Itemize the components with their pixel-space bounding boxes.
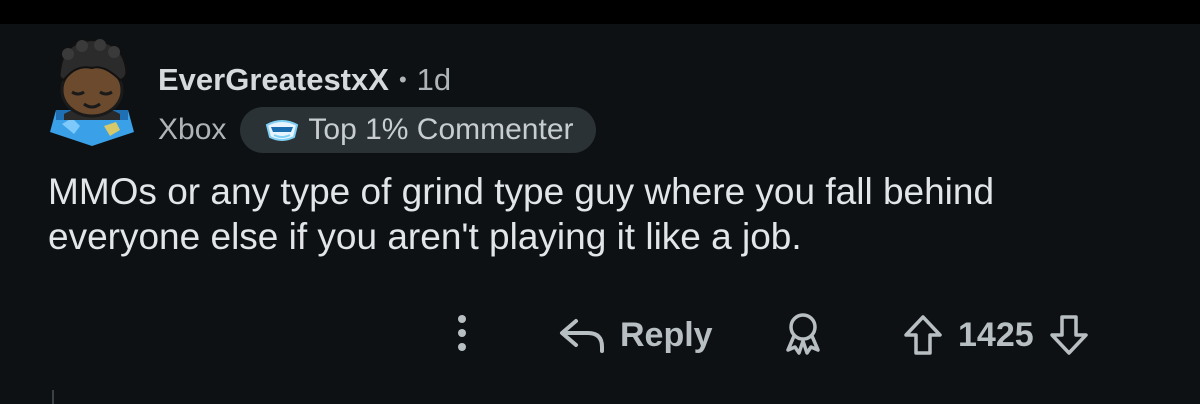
badge-label: Top 1% Commenter [308,113,574,146]
avatar[interactable] [44,28,140,156]
downvote-button[interactable] [1044,310,1094,360]
vote-control: 1425 [898,310,1094,360]
thread-line [52,390,54,404]
reply-arrow-icon [560,319,604,353]
downvote-arrow-icon [1049,315,1088,355]
award-icon [786,313,820,355]
reply-button[interactable]: Reply [558,310,713,360]
reply-label: Reply [620,315,713,354]
top-commenter-icon [266,120,299,141]
user-flair: Xbox [158,113,227,146]
comment-age: 1d [416,62,452,97]
comment-body: MMOs or any type of grind type guy where… [48,169,1158,259]
upvote-arrow-icon [904,315,942,355]
author-row: EverGreatestxX • 1d [158,58,451,102]
vote-score: 1425 [958,315,1034,354]
award-button[interactable] [778,308,828,358]
username[interactable]: EverGreatestxX [158,62,389,98]
comment: EverGreatestxX • 1d Xbox Top 1% Commente… [0,24,1200,404]
more-options-button[interactable] [444,308,480,358]
avatar-image [50,38,134,146]
top-commenter-badge[interactable]: Top 1% Commenter [240,107,596,153]
top-bar [0,0,1200,24]
more-vertical-icon [458,315,466,351]
upvote-button[interactable] [898,310,948,360]
comment-body-line: MMOs or any type of grind type guy where… [48,171,995,212]
separator-dot: • [398,67,407,92]
comment-body-line: everyone else if you aren't playing it l… [48,216,802,257]
action-bar: Reply 1425 [0,304,1200,364]
flair-row: Xbox Top 1% Commenter [158,106,596,154]
